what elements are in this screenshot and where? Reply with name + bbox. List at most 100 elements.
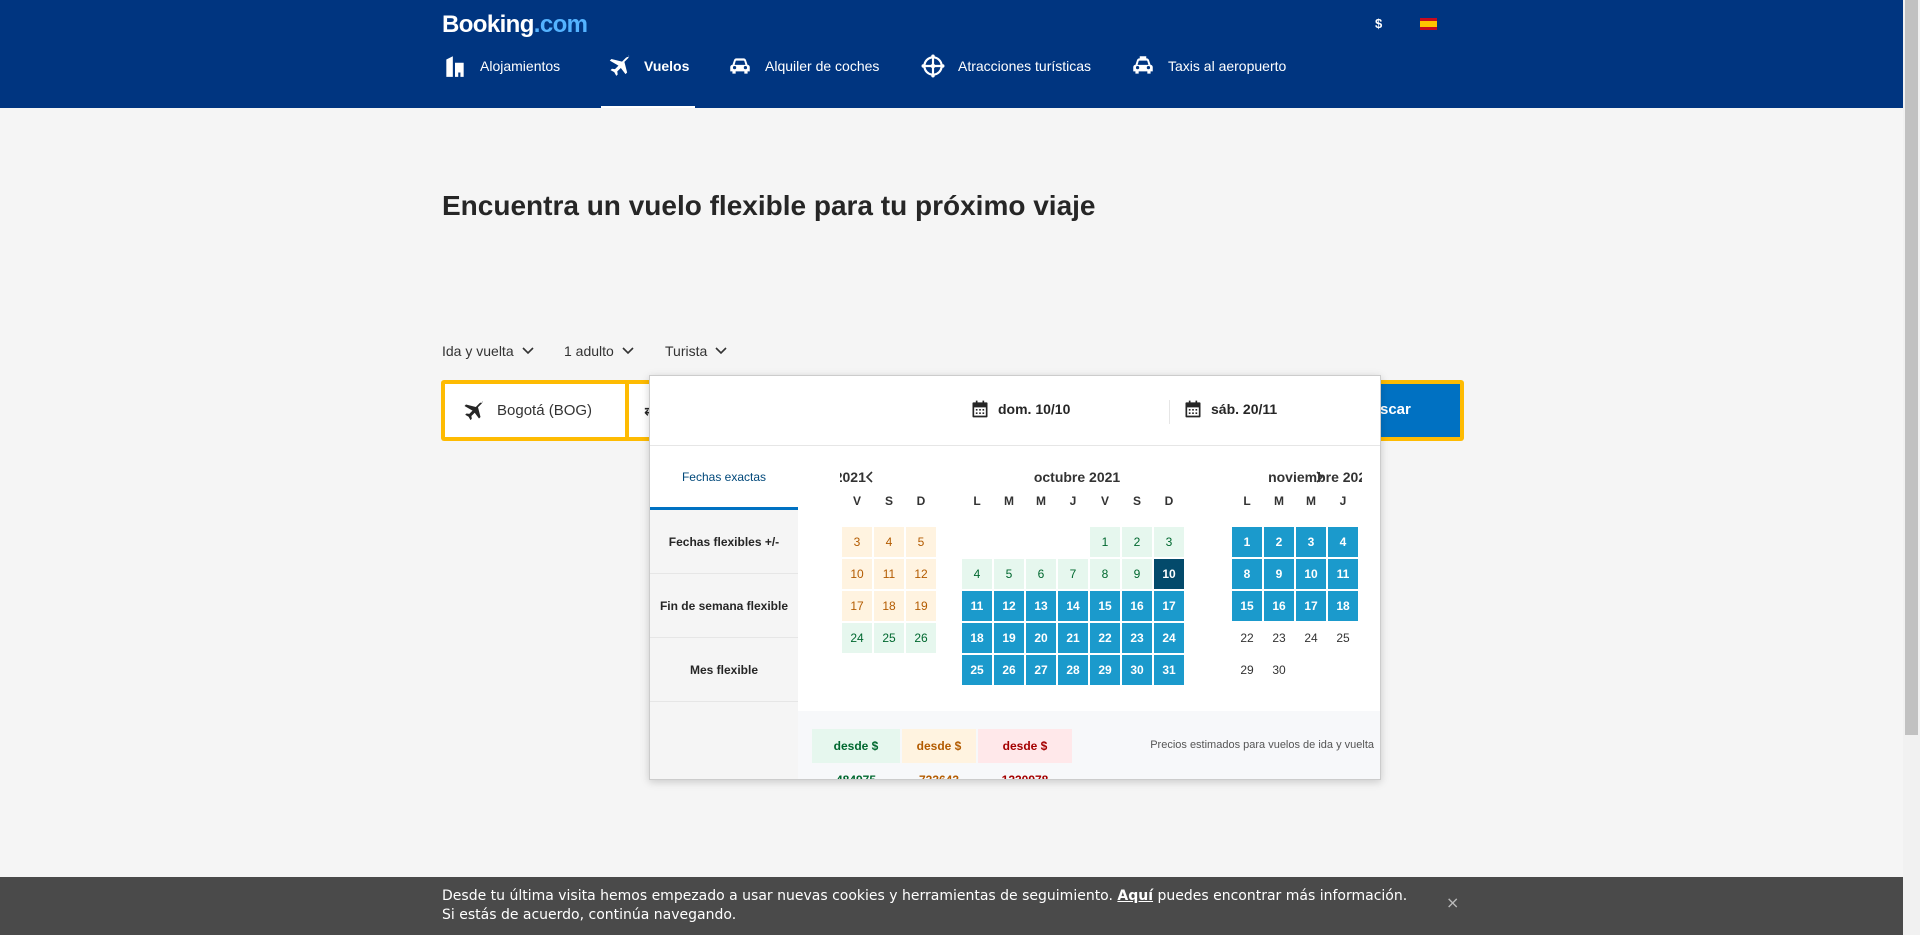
cabin-class-dropdown[interactable]: Turista [665, 343, 727, 359]
calendar-day[interactable]: 3 [1296, 527, 1326, 557]
tab-label: Fechas flexibles +/- [668, 534, 780, 549]
calendar-day[interactable]: 25 [962, 655, 992, 685]
passengers-dropdown[interactable]: 1 adulto [564, 343, 634, 359]
calendar-day[interactable]: 16 [1122, 591, 1152, 621]
calendar-day[interactable]: 15 [1090, 591, 1120, 621]
currency-selector[interactable]: $ [1375, 16, 1382, 31]
calendar-day[interactable]: 22 [1090, 623, 1120, 653]
calendar-day[interactable]: 30 [1122, 655, 1152, 685]
calendar-day[interactable]: 1 [1232, 527, 1262, 557]
calendar-day[interactable]: 16 [1264, 591, 1294, 621]
tab-fechas-exactas[interactable]: Fechas exactas [650, 446, 798, 510]
calendar-day[interactable]: 26 [906, 623, 936, 653]
calendar-day[interactable]: 26 [994, 655, 1024, 685]
spain-flag-icon[interactable] [1420, 18, 1437, 30]
calendar-day[interactable]: 2 [1264, 527, 1294, 557]
calendar-day[interactable]: 27 [1026, 655, 1056, 685]
calendar-day[interactable]: 7 [1058, 559, 1088, 589]
taxi-icon [1133, 56, 1153, 74]
calendar-day[interactable]: 10 [1296, 559, 1326, 589]
calendar-day[interactable]: 10 [842, 559, 872, 589]
nav-alquiler-coches[interactable]: Alquiler de coches [727, 58, 879, 108]
calendar-day[interactable]: 18 [1328, 591, 1358, 621]
tab-mes-flexible[interactable]: Mes flexible [650, 638, 798, 702]
cookie-text-part: Desde tu última visita hemos empezado a … [442, 888, 1118, 904]
calendar-day[interactable]: 17 [842, 591, 872, 621]
calendar-day[interactable]: 19 [906, 591, 936, 621]
calendar-day[interactable]: 17 [1296, 591, 1326, 621]
calendar-day[interactable]: 25 [874, 623, 904, 653]
chevron-down-icon [622, 347, 634, 355]
calendar-day[interactable]: 15 [1232, 591, 1262, 621]
origin-value: Bogotá (BOG) [497, 402, 593, 419]
calendar-day[interactable]: 3 [842, 527, 872, 557]
calendar-day[interactable]: 11 [1328, 559, 1358, 589]
calendar-day[interactable]: 23 [1122, 623, 1152, 653]
weekday-label: D [1164, 494, 1174, 508]
nav-alojamientos[interactable]: Alojamientos [442, 56, 560, 108]
calendar-day[interactable]: 6 [1026, 559, 1056, 589]
calendar-day[interactable]: 21 [1058, 623, 1088, 653]
calendar-day[interactable]: 30 [1264, 655, 1294, 685]
calendar-day[interactable]: 9 [1264, 559, 1294, 589]
nav-atracciones[interactable]: Atracciones turísticas [920, 54, 1091, 108]
calendar-day[interactable]: 29 [1232, 655, 1262, 685]
calendar-day[interactable]: 29 [1090, 655, 1120, 685]
calendar-day[interactable]: 24 [1154, 623, 1184, 653]
calendar-day[interactable]: 28 [1058, 655, 1088, 685]
chevron-left-icon [865, 471, 873, 483]
depart-date-field[interactable]: dom. 10/10 [970, 399, 1070, 419]
search-button[interactable]: scar [1380, 384, 1460, 437]
next-month-arrow[interactable] [1313, 470, 1325, 483]
calendar-day[interactable]: 8 [1232, 559, 1262, 589]
cabin-label: Turista [665, 343, 708, 359]
calendar-day[interactable]: 4 [962, 559, 992, 589]
ferris-wheel-icon [921, 54, 945, 78]
calendar-day[interactable]: 19 [994, 623, 1024, 653]
calendar-day-selected[interactable]: 10 [1154, 559, 1184, 589]
weekday-label: D [916, 494, 926, 508]
calendar-day[interactable]: 22 [1232, 623, 1262, 653]
calendar-day[interactable]: 13 [1026, 591, 1056, 621]
calendar-day[interactable]: 17 [1154, 591, 1184, 621]
calendar-day[interactable]: 8 [1090, 559, 1120, 589]
calendar-day[interactable]: 20 [1026, 623, 1056, 653]
calendar-day[interactable]: 4 [874, 527, 904, 557]
weekday-label: M [1274, 494, 1284, 508]
calendar-day[interactable]: 18 [874, 591, 904, 621]
calendar-day[interactable]: 2 [1122, 527, 1152, 557]
tab-fin-de-semana[interactable]: Fin de semana flexible [650, 574, 798, 638]
calendar-day[interactable]: 23 [1264, 623, 1294, 653]
trip-type-dropdown[interactable]: Ida y vuelta [442, 343, 534, 359]
calendar-day[interactable]: 11 [874, 559, 904, 589]
booking-logo[interactable]: Booking.com [442, 11, 588, 39]
depart-date-value: dom. 10/10 [998, 401, 1071, 417]
return-date-field[interactable]: sáb. 20/11 [1183, 399, 1277, 419]
origin-field[interactable]: Bogotá (BOG) [445, 384, 625, 437]
close-icon[interactable]: × [1446, 893, 1459, 912]
calendar-day[interactable]: 24 [842, 623, 872, 653]
scrollbar-thumb[interactable] [1905, 0, 1918, 735]
calendar-day[interactable]: 1 [1090, 527, 1120, 557]
weekday-label: S [884, 494, 893, 508]
calendar-day[interactable]: 4 [1328, 527, 1358, 557]
calendar-day[interactable]: 25 [1328, 623, 1358, 653]
calendar-day[interactable]: 12 [906, 559, 936, 589]
calendar-day[interactable]: 3 [1154, 527, 1184, 557]
calendar-day[interactable]: 12 [994, 591, 1024, 621]
calendar-day[interactable]: 18 [962, 623, 992, 653]
prev-month-arrow[interactable] [864, 470, 876, 483]
nav-vuelos[interactable]: Vuelos [601, 55, 696, 108]
swap-button[interactable]: ⇄ [629, 384, 656, 437]
calendar-day[interactable]: 5 [994, 559, 1024, 589]
nav-taxis[interactable]: Taxis al aeropuerto [1130, 56, 1286, 108]
calendar-day[interactable]: 14 [1058, 591, 1088, 621]
calendar-day[interactable]: 11 [962, 591, 992, 621]
calendar-day[interactable]: 31 [1154, 655, 1184, 685]
cookie-info-link[interactable]: Aquí [1117, 888, 1153, 904]
calendar-day[interactable]: 9 [1122, 559, 1152, 589]
plane-icon [464, 400, 483, 420]
tab-fechas-flexibles[interactable]: Fechas flexibles +/- [650, 510, 798, 574]
calendar-day[interactable]: 24 [1296, 623, 1326, 653]
calendar-day[interactable]: 5 [906, 527, 936, 557]
